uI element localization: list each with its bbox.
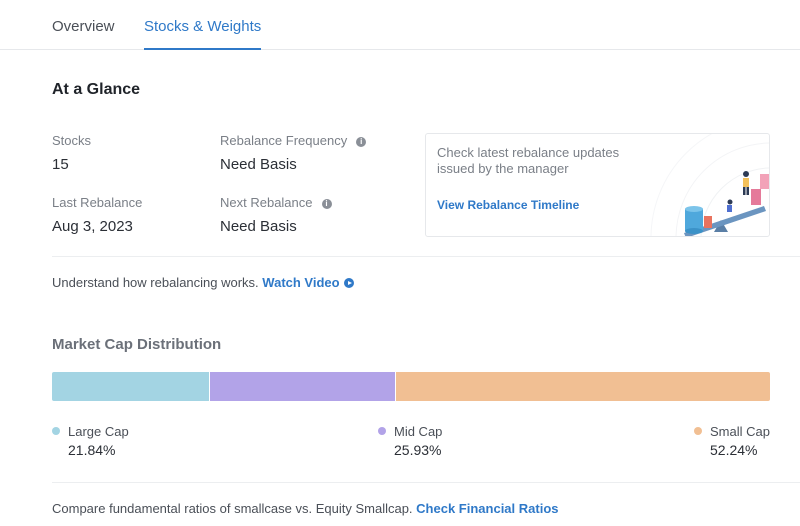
market-cap-distribution-title: Market Cap Distribution (52, 336, 222, 353)
rebalance-frequency-value: Need Basis (220, 156, 297, 173)
watch-video-link[interactable]: Watch Video (262, 275, 339, 290)
play-icon[interactable] (343, 278, 354, 288)
next-rebalance-value: Need Basis (220, 218, 297, 235)
legend-large-cap: Large Cap 21.84% (52, 423, 129, 458)
large-cap-dot (52, 427, 60, 435)
mid-cap-label: Mid Cap (394, 424, 443, 439)
understand-rebalancing-row: Understand how rebalancing works. Watch … (52, 275, 354, 290)
divider (52, 482, 800, 483)
small-cap-segment[interactable] (394, 372, 770, 401)
last-rebalance-label: Last Rebalance (52, 195, 143, 210)
info-icon[interactable]: i (356, 137, 367, 147)
view-rebalance-timeline-link[interactable]: View Rebalance Timeline (437, 198, 579, 212)
check-financial-ratios-link[interactable]: Check Financial Ratios (416, 501, 558, 516)
info-icon[interactable]: i (321, 199, 332, 209)
rebalance-frequency-label: Rebalance Frequency i (220, 133, 367, 148)
legend-small-cap: Small Cap 52.24% (694, 423, 770, 458)
active-tab-indicator (144, 48, 261, 50)
legend-mid-cap: Mid Cap 25.93% (378, 423, 443, 458)
stocks-value: 15 (52, 156, 69, 173)
rebalance-card-text: Check latest rebalance updates issued by… (437, 145, 620, 176)
next-rebalance-label: Next Rebalance i (220, 195, 332, 210)
at-a-glance-title: At a Glance (52, 81, 141, 98)
large-cap-label: Large Cap (68, 424, 129, 439)
large-cap-segment[interactable] (52, 372, 209, 401)
small-cap-value: 52.24% (710, 442, 758, 458)
compare-text: Compare fundamental ratios of smallcase … (52, 501, 413, 516)
rebalance-timeline-card[interactable]: Check latest rebalance updates issued by… (425, 133, 770, 237)
mid-cap-segment[interactable] (208, 372, 395, 401)
stocks-label: Stocks (52, 133, 92, 148)
small-cap-label: Small Cap (710, 424, 770, 439)
small-cap-dot (694, 427, 702, 435)
compare-ratios-row: Compare fundamental ratios of smallcase … (52, 501, 559, 516)
next-rebalance-label-text: Next Rebalance (220, 195, 313, 210)
mid-cap-dot (378, 427, 386, 435)
large-cap-value: 21.84% (68, 442, 116, 458)
rebalance-frequency-label-text: Rebalance Frequency (220, 133, 348, 148)
tab-overview[interactable]: Overview (52, 18, 115, 35)
understand-text: Understand how rebalancing works. (52, 275, 259, 290)
divider (52, 256, 800, 257)
tab-stocks-weights[interactable]: Stocks & Weights (144, 18, 261, 35)
last-rebalance-value: Aug 3, 2023 (52, 218, 133, 235)
mid-cap-value: 25.93% (394, 442, 442, 458)
tab-bar: Overview Stocks & Weights (0, 0, 800, 50)
rebalance-illustration (650, 134, 769, 236)
market-cap-bar (52, 372, 770, 401)
